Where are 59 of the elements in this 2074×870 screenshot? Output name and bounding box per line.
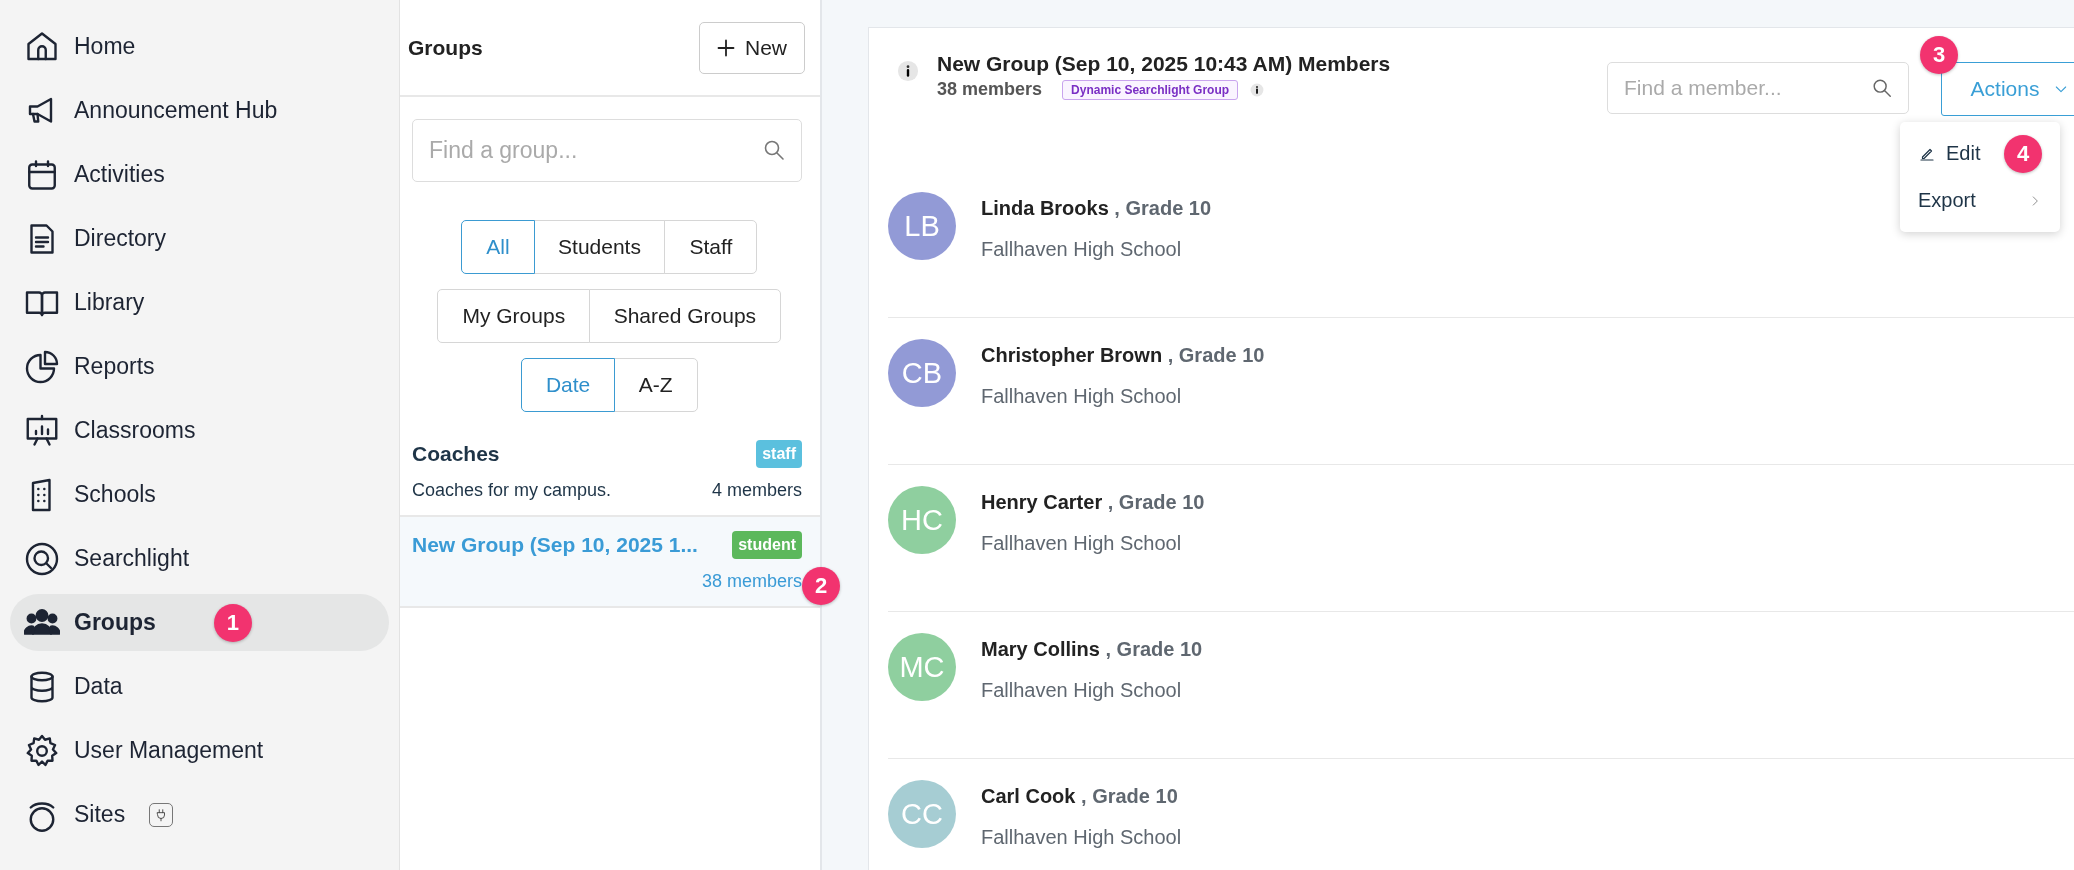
sidebar-item[interactable]: Sites [10,786,389,843]
filter-button[interactable]: My Groups [437,289,591,343]
member-name[interactable]: Carl Cook , Grade 10 [981,785,1182,808]
member-name[interactable]: Mary Collins , Grade 10 [981,638,1203,661]
member-name[interactable]: Henry Carter , Grade 10 [981,491,1205,514]
search-field[interactable]: Find a group... [412,119,802,182]
search-field[interactable]: Find a member... [1607,62,1909,114]
group-tag: student [732,531,802,559]
member-name[interactable]: Linda Brooks , Grade 10 [981,197,1212,220]
member-school: Fallhaven High School [981,826,1182,849]
sidebar-item[interactable]: Searchlight [10,530,389,587]
sidebar-item[interactable]: Directory [10,210,389,267]
sidebar-item[interactable]: Groups 1 [10,594,389,651]
group-type-tag: Dynamic Searchlight Group [1062,79,1239,100]
search-icon [1871,77,1893,99]
search-icon [762,138,786,162]
step-marker: 3 [1920,36,1958,74]
avatar: CC [888,780,956,848]
sidebar-item[interactable]: User Management [10,722,389,779]
menu-item[interactable]: Export [1900,177,2060,224]
pie-chart-icon [24,348,60,385]
avatar: CB [888,339,956,407]
member-school: Fallhaven High School [981,532,1183,555]
member-name[interactable]: Christopher Brown , Grade 10 [981,344,1265,367]
search-icon [24,540,60,577]
group-title: New Group (Sep 10, 2025 10:43 AM) Members [937,52,1392,76]
filter-button[interactable]: Students [533,220,666,274]
settings-icon [24,732,60,769]
filter-button[interactable]: Shared Groups [588,289,782,343]
sidebar-item[interactable]: Classrooms [10,402,389,459]
avatar: MC [888,633,956,701]
info-icon [897,60,919,82]
filter-button[interactable]: All [461,220,535,274]
step-marker: 1 [213,603,252,642]
sidebar-item[interactable]: Home [10,18,389,75]
filter-button[interactable]: A-Z [613,358,698,412]
filter-button[interactable]: Staff [664,220,758,274]
info-icon [1250,82,1265,97]
sidebar-item[interactable]: Reports [10,338,389,395]
group-tag: staff [756,440,802,468]
presentation-board-icon [24,412,60,449]
sidebar-item[interactable]: Announcement Hub [10,82,389,139]
avatar: LB [888,192,956,260]
sidebar-item[interactable]: Data [10,658,389,715]
sidebar-item[interactable]: Library [10,274,389,331]
menu-item[interactable]: Edit 4 [1900,130,2060,177]
plug-icon [149,802,174,827]
plus-icon [717,38,735,57]
member-count: 38 members [937,79,1043,100]
filter-button[interactable]: Date [520,358,616,412]
new-button[interactable]: New [699,21,805,74]
member-school: Fallhaven High School [981,679,1183,702]
member-school: Fallhaven High School [981,238,1183,261]
sidebar-item[interactable]: Schools [10,466,389,523]
panel-title: Groups [408,35,483,60]
step-marker: 4 [2004,134,2042,173]
avatar: HC [888,486,956,554]
member-school: Fallhaven High School [981,385,1183,408]
sidebar-item[interactable]: Activities [10,146,389,203]
